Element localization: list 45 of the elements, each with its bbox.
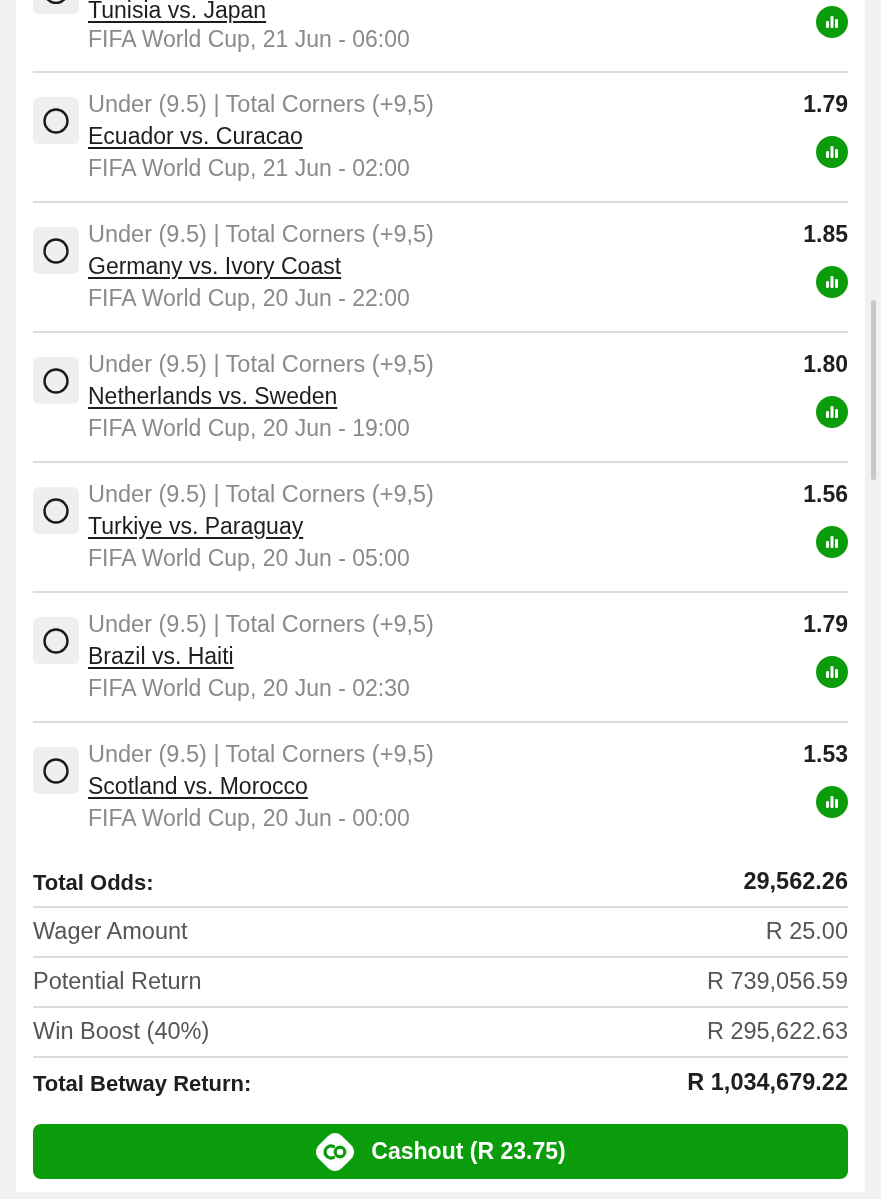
match-link[interactable]: Ecuador vs. Curacao [88, 123, 303, 149]
cashout-button[interactable]: Cashout (R 23.75) [33, 1124, 848, 1179]
summary-label: Wager Amount [33, 917, 188, 947]
match-link[interactable]: Netherlands vs. Sweden [88, 383, 338, 409]
summary-value: R 739,056.59 [706, 967, 848, 997]
event-info: FIFA World Cup, 20 Jun - 05:00 [88, 544, 411, 573]
event-info: FIFA World Cup, 21 Jun - 02:00 [88, 154, 411, 183]
odds-value: 1.79 [803, 610, 848, 639]
match-link[interactable]: Brazil vs. Haiti [88, 643, 234, 669]
stats-icon[interactable] [816, 266, 848, 298]
stats-icon[interactable] [816, 526, 848, 558]
match-link[interactable]: Turkiye vs. Paraguay [88, 513, 304, 539]
stats-icon[interactable] [816, 786, 848, 818]
stats-icon[interactable] [816, 6, 848, 38]
odds-value: 1.56 [803, 480, 848, 509]
market-label: Under (9.5) | Total Corners (+9,5) [88, 220, 435, 249]
summary-label: Total Odds: [33, 868, 154, 897]
cashout-logo-icon [315, 1131, 356, 1172]
summary-value: R 1,034,679.22 [687, 1068, 848, 1098]
event-info: FIFA World Cup, 20 Jun - 22:00 [88, 284, 411, 313]
event-info: FIFA World Cup, 20 Jun - 19:00 [88, 414, 411, 443]
summary-label: Total Betway Return: [33, 1069, 252, 1098]
event-info: FIFA World Cup, 21 Jun - 06:00 [88, 25, 411, 54]
match-link[interactable]: Scotland vs. Morocco [88, 773, 308, 799]
market-label: Under (9.5) | Total Corners (+9,5) [88, 480, 435, 509]
market-label: Under (9.5) | Total Corners (+9,5) [88, 90, 435, 119]
stats-icon[interactable] [816, 396, 848, 428]
event-info: FIFA World Cup, 20 Jun - 00:00 [88, 804, 411, 833]
summary-value: R 25.00 [765, 917, 848, 947]
match-link[interactable]: Germany vs. Ivory Coast [88, 253, 342, 279]
stats-icon[interactable] [816, 136, 848, 168]
summary-value: 29,562.26 [743, 867, 848, 897]
market-label: Under (9.5) | Total Corners (+9,5) [88, 740, 435, 769]
odds-value: 1.80 [803, 350, 848, 379]
match-link[interactable]: Tunisia vs. Japan [88, 0, 267, 23]
event-info: FIFA World Cup, 20 Jun - 02:30 [88, 674, 411, 703]
odds-value: 1.85 [803, 220, 848, 249]
summary-value: R 295,622.63 [706, 1017, 848, 1047]
odds-value: 1.53 [803, 740, 848, 769]
odds-value: 1.79 [803, 90, 848, 119]
stats-icon[interactable] [816, 656, 848, 688]
summary-label: Win Boost (40%) [33, 1017, 210, 1047]
market-label: Under (9.5) | Total Corners (+9,5) [88, 350, 435, 379]
market-label: Under (9.5) | Total Corners (+9,5) [88, 610, 435, 639]
summary-label: Potential Return [33, 967, 202, 997]
